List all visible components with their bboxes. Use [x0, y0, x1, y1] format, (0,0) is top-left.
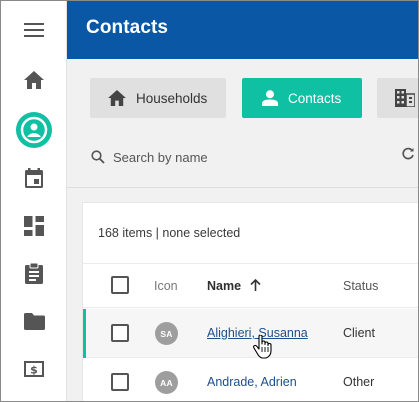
- avatar: SA: [155, 322, 178, 345]
- billing-icon: $: [24, 361, 44, 377]
- refresh-icon: [402, 147, 414, 160]
- toolbar: Households Contacts Search by name: [67, 59, 418, 187]
- column-header-name-label: Name: [207, 279, 242, 293]
- row-selected-indicator: [83, 309, 86, 358]
- nav-rail: $: [1, 1, 67, 401]
- tab-contacts[interactable]: Contacts: [242, 78, 362, 118]
- nav-item-files[interactable]: [1, 303, 67, 339]
- divider: [67, 187, 418, 188]
- svg-text:$: $: [30, 364, 38, 377]
- clipboard-icon: [25, 262, 43, 284]
- search-placeholder: Search by name: [113, 149, 208, 165]
- building-icon: [395, 89, 415, 107]
- tab-contacts-label: Contacts: [288, 90, 342, 106]
- nav-item-tasks[interactable]: [1, 255, 67, 291]
- row-checkbox[interactable]: [111, 373, 129, 391]
- sort-ascending-icon: [249, 278, 261, 291]
- search-input[interactable]: Search by name: [91, 145, 418, 169]
- avatar: AA: [155, 371, 178, 394]
- menu-button[interactable]: [1, 12, 67, 48]
- search-icon: [91, 150, 105, 164]
- select-all-checkbox[interactable]: [111, 276, 129, 294]
- column-header-name[interactable]: Name: [207, 278, 261, 293]
- page-title: Contacts: [86, 17, 169, 38]
- person-icon: [262, 90, 278, 106]
- contact-status: Other: [343, 375, 375, 389]
- page-header: Contacts: [67, 1, 418, 59]
- nav-item-home[interactable]: [1, 62, 67, 98]
- contact-name-link[interactable]: Andrade, Adrien: [207, 375, 297, 389]
- contact-status: Client: [343, 326, 375, 340]
- refresh-button[interactable]: [401, 147, 415, 166]
- selection-summary: 168 items | none selected: [98, 226, 241, 240]
- folder-icon: [23, 312, 45, 330]
- hand-cursor-icon: [253, 335, 272, 359]
- nav-item-billing[interactable]: $: [1, 351, 67, 387]
- home-icon: [24, 71, 44, 89]
- table-row[interactable]: AA Andrade, Adrien Other: [83, 358, 418, 401]
- tab-households[interactable]: Households: [90, 78, 226, 118]
- nav-item-dashboard[interactable]: [1, 208, 67, 244]
- tab-organizations[interactable]: [377, 78, 418, 118]
- home-icon: [108, 90, 126, 106]
- menu-icon: [24, 23, 44, 37]
- column-header-status[interactable]: Status: [343, 279, 378, 293]
- row-checkbox[interactable]: [111, 324, 129, 342]
- column-header-icon: Icon: [154, 279, 178, 293]
- contacts-grid: 168 items | none selected Icon Name Stat…: [82, 202, 418, 401]
- nav-item-contacts[interactable]: [1, 112, 67, 148]
- dashboard-icon: [24, 216, 44, 236]
- grid-header: Icon Name Status: [83, 263, 418, 308]
- app-window: $ Contacts Households Contacts Search by…: [0, 0, 419, 402]
- table-row[interactable]: SA Alighieri, Susanna Client: [83, 309, 418, 358]
- nav-item-calendar[interactable]: [1, 160, 67, 196]
- person-circle-icon: [16, 112, 52, 148]
- tab-households-label: Households: [136, 90, 208, 106]
- calendar-icon: [25, 168, 43, 188]
